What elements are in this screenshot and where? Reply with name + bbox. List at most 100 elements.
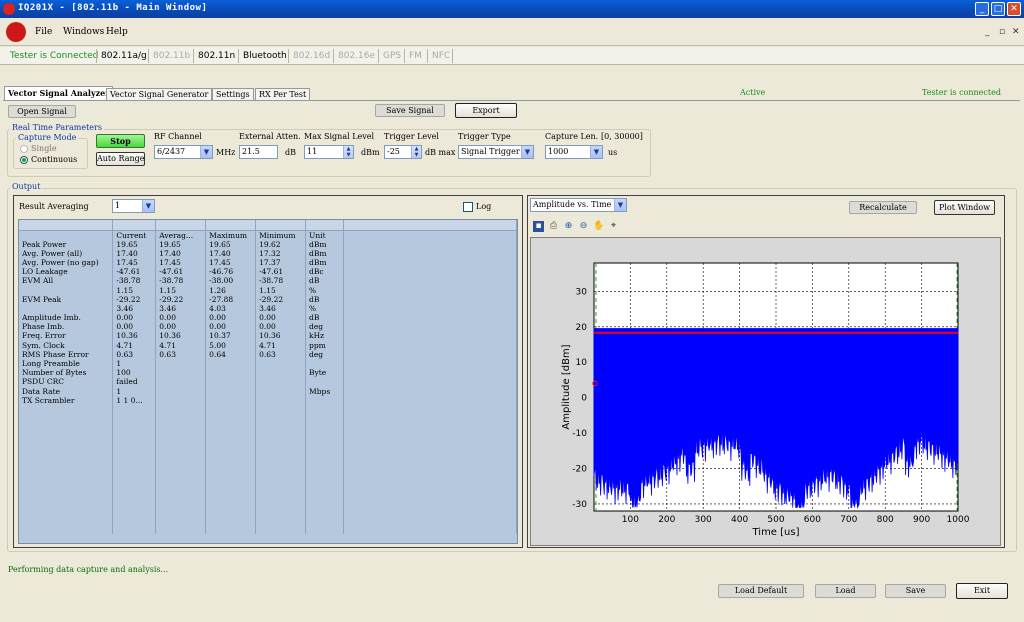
table-cell: 1 1 0... xyxy=(112,395,157,405)
continuous-radio[interactable] xyxy=(20,156,28,164)
spin-arrows-icon[interactable]: ▲ ▼ xyxy=(411,146,421,158)
menu-windows[interactable]: Windows xyxy=(63,27,104,37)
trigger-level-value: -25 xyxy=(387,147,400,156)
spin-arrows-icon[interactable]: ▲ ▼ xyxy=(343,146,353,158)
open-signal-button[interactable]: Open Signal xyxy=(8,105,76,118)
x-tick-label: 200 xyxy=(658,515,675,525)
proto-80211ag[interactable]: 802.11a/g xyxy=(101,51,147,61)
capture-len-select[interactable]: 1000 ▼ xyxy=(545,145,603,159)
maximize-button[interactable]: □ xyxy=(991,2,1005,16)
proto-80211b[interactable]: 802.11b xyxy=(153,51,190,61)
plot-type-select[interactable]: Amplitude vs. Time ▼ xyxy=(530,198,627,212)
exit-button[interactable]: Exit xyxy=(956,583,1008,599)
column-header xyxy=(19,230,114,240)
table-empty-row xyxy=(19,505,517,516)
table-cell: 17.37 xyxy=(255,257,307,268)
result-averaging-select[interactable]: 1 ▼ xyxy=(112,199,155,213)
y-tick-label: -30 xyxy=(572,500,587,510)
load-button[interactable]: Load xyxy=(815,584,876,598)
data-cursor-icon[interactable]: ⌖ xyxy=(608,221,619,232)
recalculate-button[interactable]: Recalculate xyxy=(849,201,917,214)
table-row: Avg. Power (all) 17.40 17.40 17.40 17.32 dBm xyxy=(19,248,517,258)
rf-unit: MHz xyxy=(216,148,236,157)
table-cell: dB xyxy=(305,276,344,286)
pan-hand-icon[interactable]: ✋ xyxy=(593,221,604,232)
capture-len-unit: us xyxy=(608,148,618,157)
x-tick-label: 400 xyxy=(731,515,748,525)
table-cell: 0.63 xyxy=(155,349,207,359)
auto-range-button[interactable]: Auto Range xyxy=(96,152,145,166)
table-row: Long Preamble 1 xyxy=(19,358,517,369)
save-icon[interactable]: ▪ xyxy=(533,221,544,232)
menu-help[interactable]: Help xyxy=(106,27,128,37)
mdi-minimize-button[interactable]: _ xyxy=(985,27,990,37)
proto-80216e[interactable]: 802.16e xyxy=(338,51,375,61)
table-row: EVM Peak -29.22 -29.22 -27.88 -29.22 dB xyxy=(19,294,517,304)
export-button[interactable]: Export xyxy=(455,103,517,118)
x-axis-label: Time [us] xyxy=(751,527,799,538)
table-cell: 0.00 xyxy=(155,322,207,332)
table-header-blank-row xyxy=(19,220,517,231)
proto-80216d[interactable]: 802.16d xyxy=(293,51,330,61)
table-cell: 0.63 xyxy=(255,349,307,359)
result-averaging-value: 1 xyxy=(115,201,121,210)
zoom-out-icon[interactable]: ⊖ xyxy=(578,221,589,232)
ext-atten-unit: dB xyxy=(285,148,296,157)
table-cell: % xyxy=(305,303,344,313)
capture-len-value: 1000 xyxy=(548,147,569,156)
table-cell: Byte xyxy=(305,368,344,378)
table-cell xyxy=(255,358,307,369)
max-level-input[interactable]: 11 ▲ ▼ xyxy=(304,145,354,159)
ext-atten-label: External Atten. xyxy=(239,132,301,141)
minimize-button[interactable]: _ xyxy=(975,2,989,16)
table-cell: -38.78 xyxy=(155,276,207,286)
table-cell: 0.00 xyxy=(255,313,307,323)
table-cell: 10.36 xyxy=(155,331,207,341)
save-signal-button[interactable]: Save Signal xyxy=(375,104,445,117)
mdi-restore-button[interactable]: ▫ xyxy=(999,27,1005,37)
load-default-button[interactable]: Load Default xyxy=(718,584,804,598)
table-cell: 1.26 xyxy=(205,285,257,295)
trigger-type-value: Signal Trigger xyxy=(461,147,520,156)
table-cell xyxy=(255,377,307,387)
table-cell xyxy=(255,395,307,405)
rf-channel-label: RF Channel xyxy=(154,132,202,141)
zoom-in-icon[interactable]: ⊕ xyxy=(563,221,574,232)
table-row: Phase Imb. 0.00 0.00 0.00 0.00 deg xyxy=(19,322,517,332)
table-cell xyxy=(255,368,307,378)
column-header: Maximum xyxy=(205,230,257,240)
table-empty-row xyxy=(19,496,517,506)
proto-fm[interactable]: FM xyxy=(409,51,422,61)
menu-file[interactable]: File xyxy=(35,27,52,37)
rf-channel-select[interactable]: 6/2437 ▼ xyxy=(154,145,213,159)
trigger-type-select[interactable]: Signal Trigger ▼ xyxy=(458,145,534,159)
trigger-level-input[interactable]: -25 ▲ ▼ xyxy=(384,145,422,159)
plot-window-button[interactable]: Plot Window xyxy=(934,200,995,215)
proto-nfc[interactable]: NFC xyxy=(432,51,450,61)
app-icon xyxy=(3,3,15,15)
x-tick-label: 700 xyxy=(840,515,857,525)
log-checkbox[interactable] xyxy=(463,202,473,212)
proto-bluetooth[interactable]: Bluetooth xyxy=(243,51,287,61)
table-cell xyxy=(205,368,257,378)
amplitude-time-chart[interactable]: 100 200 300 400 500 600 700 800 900 10003020100-1… xyxy=(531,238,1002,547)
stop-button[interactable]: Stop xyxy=(96,134,145,148)
y-tick-label: 30 xyxy=(576,287,588,297)
single-label: Single xyxy=(31,144,57,153)
tab-vector-signal-analyzer[interactable]: Vector Signal Analyzer xyxy=(4,86,114,101)
proto-gps[interactable]: GPS xyxy=(383,51,401,61)
print-icon[interactable]: ⎙ xyxy=(548,221,559,232)
ext-atten-input[interactable]: 21.5 xyxy=(239,145,278,159)
table-cell: 0.00 xyxy=(112,313,157,323)
single-radio[interactable] xyxy=(20,145,28,153)
close-button[interactable]: ✕ xyxy=(1007,2,1021,16)
column-header: Current xyxy=(112,230,157,240)
proto-80211n[interactable]: 802.11n xyxy=(198,51,235,61)
save-button[interactable]: Save xyxy=(885,584,946,598)
table-cell: Data Rate xyxy=(19,386,114,396)
table-cell: 17.32 xyxy=(255,248,307,258)
mdi-close-button[interactable]: ✕ xyxy=(1012,27,1020,37)
tester-connected-status: Tester is connected xyxy=(922,88,1001,97)
table-cell xyxy=(205,377,257,387)
chevron-down-icon: ▼ xyxy=(521,146,533,158)
